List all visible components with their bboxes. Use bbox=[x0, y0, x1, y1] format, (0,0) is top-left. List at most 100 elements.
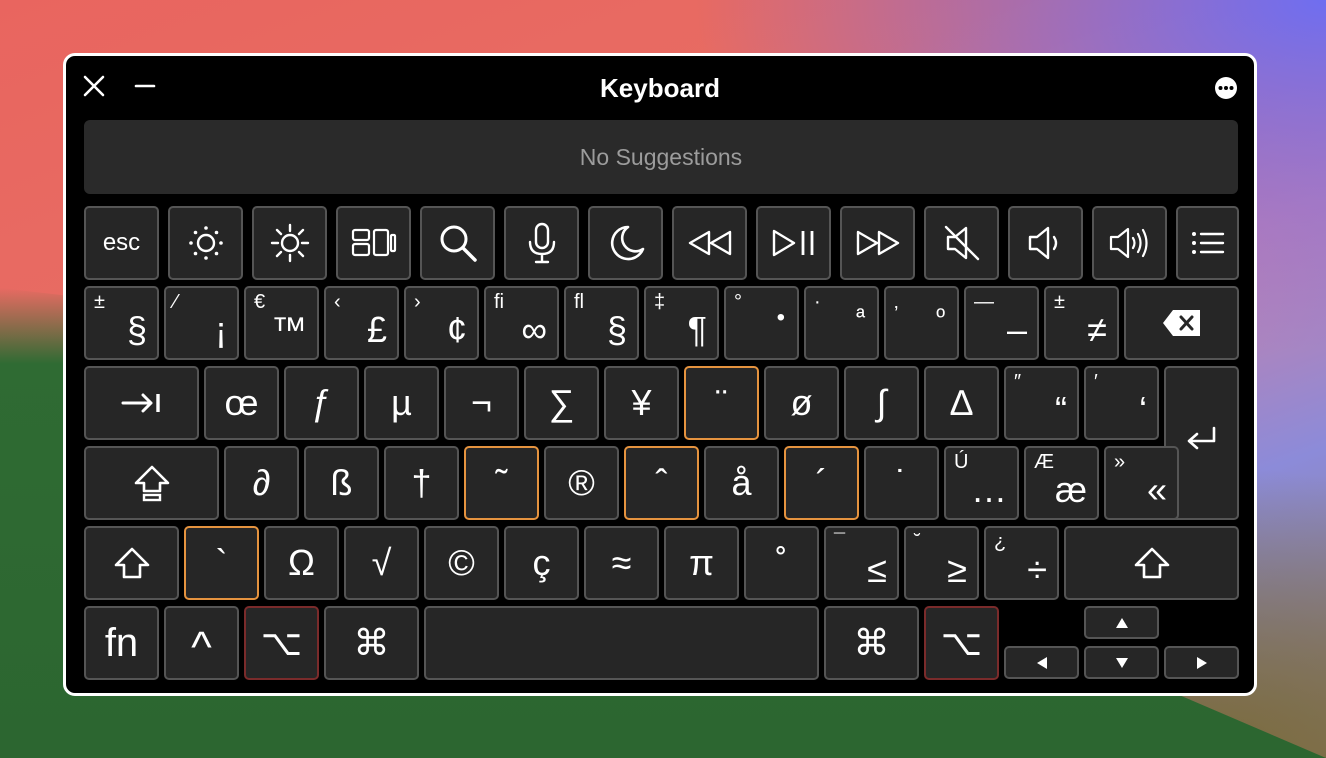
more-button[interactable] bbox=[1214, 76, 1238, 100]
volume-down-key[interactable] bbox=[1008, 206, 1083, 280]
key-row4-5[interactable]: ç bbox=[504, 526, 579, 600]
key-row2-1[interactable]: œ bbox=[204, 366, 279, 440]
shift-glyph: ″ bbox=[1014, 371, 1022, 393]
key-row2-9[interactable]: ∫ bbox=[844, 366, 919, 440]
key-row1-1[interactable]: ± § bbox=[84, 286, 159, 360]
arrow-up-icon bbox=[1115, 617, 1128, 628]
left-option-key[interactable]: ⌥ bbox=[244, 606, 319, 680]
window-title: Keyboard bbox=[600, 73, 720, 103]
key-glyph: ∂ bbox=[252, 462, 271, 503]
key-row1-9[interactable]: ° • bbox=[724, 286, 799, 360]
key-glyph: – bbox=[1006, 309, 1027, 350]
key-glyph: “ bbox=[1055, 389, 1067, 430]
key-row1-12[interactable]: — – bbox=[964, 286, 1039, 360]
key-row2-pair-1[interactable]: ″ “ bbox=[1004, 366, 1079, 440]
fast-forward-key[interactable] bbox=[840, 206, 915, 280]
key-glyph: œ bbox=[224, 382, 259, 423]
key-row3-5[interactable]: ® bbox=[544, 446, 619, 520]
space-bar[interactable] bbox=[424, 606, 819, 680]
key-row2-2[interactable]: ƒ bbox=[284, 366, 359, 440]
key-row4-2[interactable]: Ω bbox=[264, 526, 339, 600]
volume-up-key[interactable] bbox=[1092, 206, 1167, 280]
key-row4-1[interactable]: ` bbox=[184, 526, 259, 600]
key-row3-pair-1[interactable]: Ú… bbox=[944, 446, 1019, 520]
shift-glyph: ˘ bbox=[914, 531, 921, 553]
key-glyph: å bbox=[731, 462, 752, 503]
key-row3-8[interactable]: ´ bbox=[784, 446, 859, 520]
key-row4-pair-2[interactable]: ˘ ≥ bbox=[904, 526, 979, 600]
control-key[interactable]: ^ bbox=[164, 606, 239, 680]
key-row4-3[interactable]: √ bbox=[344, 526, 419, 600]
tab-key[interactable] bbox=[84, 366, 199, 440]
suggestions-text: No Suggestions bbox=[579, 143, 743, 170]
left-shift-key[interactable] bbox=[84, 526, 179, 600]
key-row1-4[interactable]: ‹ £ bbox=[324, 286, 399, 360]
key-glyph: ¨ bbox=[715, 382, 728, 423]
arrow-right-key[interactable] bbox=[1164, 646, 1239, 679]
key-glyph: µ bbox=[391, 382, 412, 423]
key-row3-1[interactable]: ∂ bbox=[224, 446, 299, 520]
key-row4-7[interactable]: π bbox=[664, 526, 739, 600]
shift-glyph: € bbox=[254, 291, 266, 313]
key-row1-13[interactable]: ± ≠ bbox=[1044, 286, 1119, 360]
key-row2-7[interactable]: ¨ bbox=[684, 366, 759, 440]
key-row2-3[interactable]: µ bbox=[364, 366, 439, 440]
rewind-key[interactable] bbox=[672, 206, 747, 280]
key-row4-4[interactable]: © bbox=[424, 526, 499, 600]
key-row3-pair-2[interactable]: Ææ bbox=[1024, 446, 1099, 520]
key-row1-10[interactable]: · ª bbox=[804, 286, 879, 360]
mission-control-key[interactable] bbox=[336, 206, 411, 280]
spotlight-key[interactable] bbox=[420, 206, 495, 280]
key-glyph: ˆ bbox=[655, 462, 668, 503]
key-row1-6[interactable]: ﬁ ∞ bbox=[484, 286, 559, 360]
key-row1-3[interactable]: € ™ bbox=[244, 286, 319, 360]
right-option-key[interactable]: ⌥ bbox=[924, 606, 999, 680]
key-row3-pair-3[interactable]: » « bbox=[1104, 446, 1179, 520]
key-row2-4[interactable]: ¬ bbox=[444, 366, 519, 440]
key-row2-8[interactable]: ø bbox=[764, 366, 839, 440]
key-row1-7[interactable]: ﬂ § bbox=[564, 286, 639, 360]
key-row3-6[interactable]: ˆ bbox=[624, 446, 699, 520]
key-row3-9[interactable]: ˙ bbox=[864, 446, 939, 520]
arrow-left-key[interactable] bbox=[1004, 646, 1079, 679]
esc-key[interactable]: esc bbox=[84, 206, 159, 280]
right-command-key[interactable]: ⌘ bbox=[824, 606, 919, 680]
key-row4-pair-1[interactable]: ¯ ≤ bbox=[824, 526, 899, 600]
play-pause-key[interactable] bbox=[756, 206, 831, 280]
key-row2-5[interactable]: ∑ bbox=[524, 366, 599, 440]
key-row1-11[interactable]: ‚ º bbox=[884, 286, 959, 360]
key-row3-7[interactable]: å bbox=[704, 446, 779, 520]
key-row2-pair-2[interactable]: ′ ‘ bbox=[1084, 366, 1159, 440]
key-glyph: ¡ bbox=[215, 309, 227, 350]
key-row1-2[interactable]: ⁄ ¡ bbox=[164, 286, 239, 360]
mute-key[interactable] bbox=[924, 206, 999, 280]
dictation-key[interactable] bbox=[504, 206, 579, 280]
key-glyph: ´ bbox=[815, 462, 828, 503]
brightness-down-key[interactable] bbox=[168, 206, 243, 280]
delete-key[interactable] bbox=[1124, 286, 1239, 360]
arrow-up-key[interactable] bbox=[1084, 606, 1159, 639]
key-row4-pair-3[interactable]: ¿ ÷ bbox=[984, 526, 1059, 600]
keyboard-options-key[interactable] bbox=[1176, 206, 1239, 280]
focus-key[interactable] bbox=[588, 206, 663, 280]
key-glyph: « bbox=[1146, 469, 1167, 510]
shift-glyph: Æ bbox=[1034, 451, 1054, 473]
key-row3-4[interactable]: ˜ bbox=[464, 446, 539, 520]
key-row2-10[interactable]: ∆ bbox=[924, 366, 999, 440]
key-glyph: § bbox=[606, 309, 627, 350]
key-glyph: ∆ bbox=[950, 382, 973, 423]
arrow-down-key[interactable] bbox=[1084, 646, 1159, 679]
key-row4-8[interactable]: ˚ bbox=[744, 526, 819, 600]
key-row2-6[interactable]: ¥ bbox=[604, 366, 679, 440]
key-row1-8[interactable]: ‡ ¶ bbox=[644, 286, 719, 360]
right-shift-key[interactable] bbox=[1064, 526, 1239, 600]
left-command-key[interactable]: ⌘ bbox=[324, 606, 419, 680]
key-row4-6[interactable]: ≈ bbox=[584, 526, 659, 600]
key-row1-5[interactable]: › ¢ bbox=[404, 286, 479, 360]
brightness-up-key[interactable] bbox=[252, 206, 327, 280]
fn-key[interactable]: fn bbox=[84, 606, 159, 680]
key-row3-3[interactable]: † bbox=[384, 446, 459, 520]
caps-lock-key[interactable] bbox=[84, 446, 219, 520]
key-row3-2[interactable]: ß bbox=[304, 446, 379, 520]
key-glyph: ¬ bbox=[470, 382, 493, 423]
